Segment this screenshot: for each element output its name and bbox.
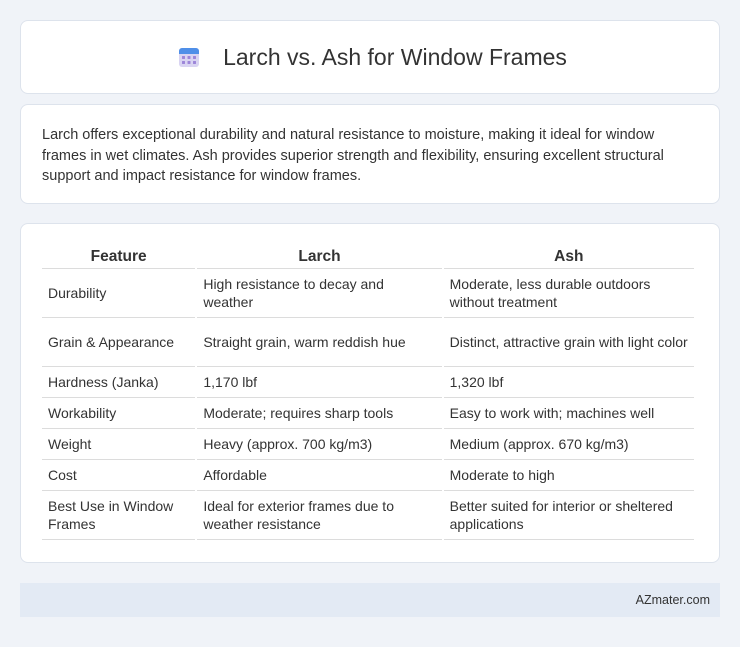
larch-cell: Straight grain, warm reddish hue (197, 318, 442, 367)
table-row: Workability Moderate; requires sharp too… (42, 398, 694, 429)
larch-cell: High resistance to decay and weather (197, 269, 442, 318)
intro-card: Larch offers exceptional durability and … (20, 104, 720, 204)
feature-cell: Durability (42, 269, 196, 318)
header-larch: Larch (197, 244, 442, 269)
feature-cell: Cost (42, 460, 196, 491)
intro-text: Larch offers exceptional durability and … (42, 127, 664, 184)
ash-cell: Moderate, less durable outdoors without … (443, 269, 694, 318)
header-feature: Feature (42, 244, 196, 269)
ash-cell: Distinct, attractive grain with light co… (443, 318, 694, 367)
title-card: Larch vs. Ash for Window Frames (20, 20, 720, 94)
table-row: Grain & Appearance Straight grain, warm … (42, 318, 694, 367)
feature-cell: Workability (42, 398, 196, 429)
ash-cell: Easy to work with; machines well (443, 398, 694, 429)
table-row: Hardness (Janka) 1,170 lbf 1,320 lbf (42, 367, 694, 398)
table-row: Best Use in Window Frames Ideal for exte… (42, 491, 694, 540)
larch-cell: Moderate; requires sharp tools (197, 398, 442, 429)
table-row: Weight Heavy (approx. 700 kg/m3) Medium … (42, 429, 694, 460)
footer-source: AZmater.com (635, 593, 710, 607)
ash-cell: Moderate to high (443, 460, 694, 491)
table-row: Cost Affordable Moderate to high (42, 460, 694, 491)
ash-cell: Better suited for interior or sheltered … (443, 491, 694, 540)
comparison-table-card: Feature Larch Ash Durability High resist… (20, 223, 720, 563)
table-header-row: Feature Larch Ash (42, 244, 694, 269)
calendar-icon (179, 48, 200, 67)
page-title: Larch vs. Ash for Window Frames (223, 43, 567, 70)
footer: AZmater.com (20, 583, 720, 617)
larch-cell: 1,170 lbf (197, 367, 442, 398)
ash-cell: 1,320 lbf (443, 367, 694, 398)
larch-cell: Affordable (197, 460, 442, 491)
feature-cell: Best Use in Window Frames (42, 491, 196, 540)
ash-cell: Medium (approx. 670 kg/m3) (443, 429, 694, 460)
table-row: Durability High resistance to decay and … (42, 269, 694, 318)
feature-cell: Weight (42, 429, 196, 460)
feature-cell: Hardness (Janka) (42, 367, 196, 398)
larch-cell: Heavy (approx. 700 kg/m3) (197, 429, 442, 460)
larch-cell: Ideal for exterior frames due to weather… (197, 491, 442, 540)
comparison-table: Feature Larch Ash Durability High resist… (40, 244, 696, 540)
header-ash: Ash (443, 244, 694, 269)
feature-cell: Grain & Appearance (42, 318, 196, 367)
